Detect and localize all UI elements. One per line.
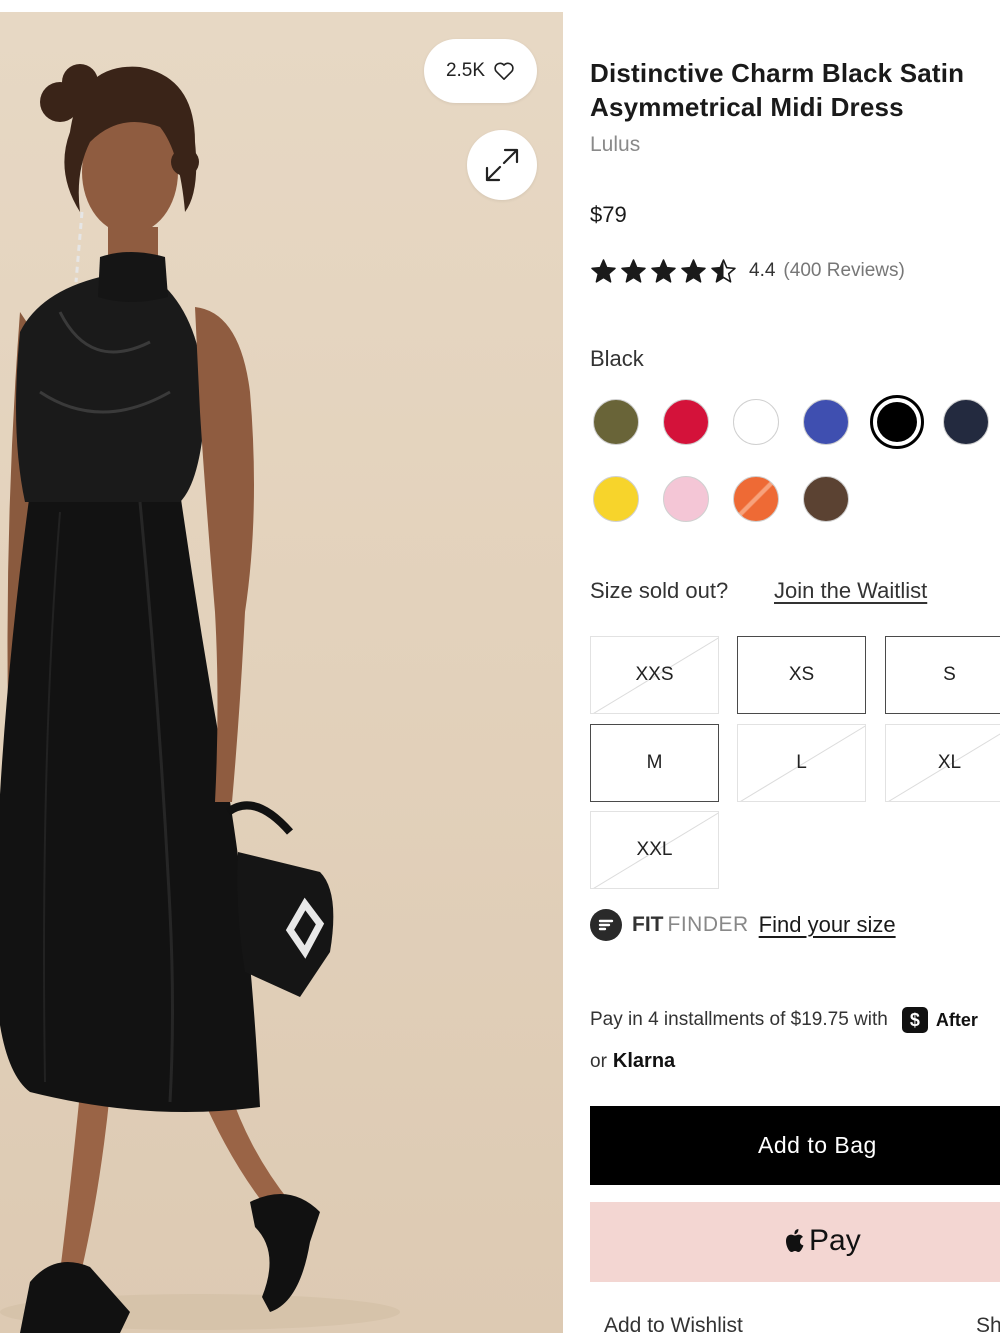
fit-finder-logo-icon	[590, 909, 622, 941]
size-label: XXS	[635, 664, 674, 685]
star-icon	[621, 258, 646, 283]
color-swatch-black[interactable]	[870, 395, 924, 449]
favorite-button[interactable]: 2.5K	[424, 39, 537, 103]
klarna-label[interactable]: Klarna	[613, 1050, 675, 1073]
size-option-s[interactable]: S	[885, 636, 1000, 714]
product-title: Distinctive Charm Black Satin Asymmetric…	[590, 58, 965, 122]
size-label: XS	[788, 664, 815, 685]
add-to-bag-label: Add to Bag	[758, 1132, 877, 1158]
color-swatch-yellow[interactable]	[593, 476, 639, 522]
size-option-l[interactable]: L	[737, 724, 866, 802]
favorites-count: 2.5K	[445, 60, 486, 81]
product-price: $79	[590, 202, 627, 227]
color-swatch-orange[interactable]	[733, 476, 779, 522]
apple-pay-button[interactable]: Pay	[590, 1202, 1000, 1282]
add-to-wishlist-link[interactable]: Add to Wishlist	[604, 1314, 743, 1333]
size-option-xxs[interactable]: XXS	[590, 636, 719, 714]
fit-finder-brand-bold: FIT	[632, 913, 664, 936]
afterpay-icon[interactable]: $	[901, 1007, 928, 1033]
expand-icon	[485, 148, 519, 182]
apple-pay-label: Pay	[809, 1224, 861, 1257]
color-swatch-white[interactable]	[733, 399, 779, 445]
color-swatch-pink[interactable]	[663, 476, 709, 522]
expand-image-button[interactable]	[467, 130, 537, 200]
apple-logo-icon	[786, 1229, 804, 1252]
rating-summary[interactable]: 4.4 (400 Reviews)	[590, 256, 905, 286]
star-icon	[591, 258, 616, 283]
afterpay-installments: Pay in 4 installments of $19.75 with $ A…	[590, 1007, 978, 1033]
color-swatch-red[interactable]	[663, 399, 709, 445]
size-option-m[interactable]: M	[590, 724, 719, 802]
fit-finder[interactable]: FIT FINDER Find your size	[590, 908, 896, 942]
color-swatch-olive[interactable]	[593, 399, 639, 445]
add-to-bag-button[interactable]: Add to Bag	[590, 1106, 1000, 1185]
find-your-size-link[interactable]: Find your size	[759, 912, 896, 938]
review-count[interactable]: (400 Reviews)	[783, 260, 904, 282]
size-label: XL	[937, 752, 962, 773]
selected-color-label: Black	[590, 346, 644, 371]
size-option-xxl[interactable]: XXL	[590, 811, 719, 889]
share-link[interactable]: Sh	[976, 1314, 1000, 1333]
color-swatch-navy[interactable]	[943, 399, 989, 445]
klarna-option: or Klarna	[590, 1050, 675, 1073]
fit-finder-brand-light: FINDER	[667, 913, 749, 936]
star-icon	[681, 258, 706, 283]
or-text: or	[590, 1050, 607, 1072]
size-option-xs[interactable]: XS	[737, 636, 866, 714]
size-label: L	[796, 752, 807, 773]
color-swatch-blue[interactable]	[803, 399, 849, 445]
heart-icon	[494, 62, 514, 80]
color-swatch-brown[interactable]	[803, 476, 849, 522]
size-sold-out-label: Size sold out?	[590, 578, 729, 603]
installments-text: Pay in 4 installments of $19.75 with	[590, 1009, 888, 1030]
size-label: M	[646, 752, 663, 773]
join-waitlist-link[interactable]: Join the Waitlist	[774, 578, 927, 604]
brand-name[interactable]: Lulus	[590, 133, 640, 157]
size-option-xl[interactable]: XL	[885, 724, 1000, 802]
model-wearing-dress-illustration	[0, 64, 400, 1333]
product-image[interactable]: 2.5K	[0, 12, 563, 1333]
rating-value: 4.4	[749, 260, 776, 281]
star-rating	[590, 258, 737, 285]
afterpay-label[interactable]: After	[936, 1010, 978, 1031]
star-icon	[651, 258, 676, 283]
star-icon	[711, 258, 736, 283]
product-info-panel: Distinctive Charm Black Satin Asymmetric…	[590, 0, 1000, 1333]
size-label: S	[943, 664, 956, 685]
size-label: XXL	[636, 839, 673, 860]
